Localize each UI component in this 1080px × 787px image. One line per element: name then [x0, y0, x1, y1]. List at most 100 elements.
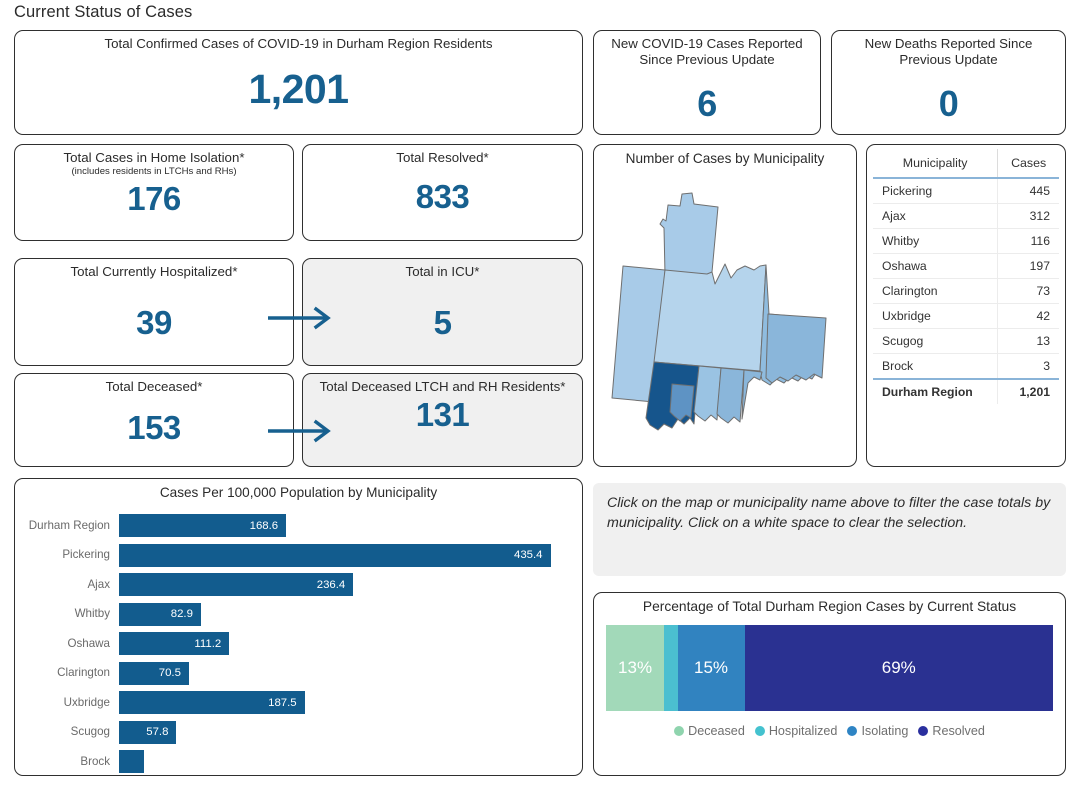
bar-fill[interactable]: 82.9: [119, 602, 201, 626]
bar-fill[interactable]: 187.5: [119, 691, 305, 714]
card-home-isolation[interactable]: Total Cases in Home Isolation* (includes…: [14, 144, 294, 241]
card-title-resolved: Total Resolved*: [396, 150, 489, 165]
bar-label: Oshawa: [67, 636, 110, 650]
table-header-municipality[interactable]: Municipality: [873, 149, 999, 178]
stack-segment-label: 13%: [618, 657, 653, 677]
bar-row[interactable]: Whitby 82.9: [15, 601, 582, 628]
bar-row[interactable]: Pickering 435.4: [15, 542, 582, 569]
bar-value: 435.4: [514, 549, 543, 561]
card-hospitalized[interactable]: Total Currently Hospitalized* 39: [14, 258, 294, 366]
card-new-cases[interactable]: New COVID-19 Cases Reported Since Previo…: [593, 30, 821, 135]
table-row[interactable]: Oshawa 197: [873, 253, 1059, 279]
table-cell-cases: 445: [997, 178, 1059, 204]
bar-row[interactable]: Clarington 70.5: [15, 660, 582, 687]
table-row[interactable]: Pickering 445: [873, 178, 1059, 204]
card-total-confirmed[interactable]: Total Confirmed Cases of COVID-19 in Dur…: [14, 30, 583, 135]
card-deceased-ltch[interactable]: Total Deceased LTCH and RH Residents* 13…: [302, 373, 583, 467]
status-percentage-chart-card[interactable]: Percentage of Total Durham Region Cases …: [593, 592, 1066, 776]
table-row[interactable]: Clarington 73: [873, 278, 1059, 304]
bar-track: 111.2: [119, 630, 582, 657]
bar-fill[interactable]: 236.4: [119, 573, 354, 596]
map-region-scugog[interactable]: [653, 263, 767, 372]
card-resolved[interactable]: Total Resolved* 833: [302, 144, 583, 241]
municipality-table[interactable]: Municipality Cases Pickering 445 Ajax 31…: [873, 149, 1059, 404]
table-cell-municipality[interactable]: Clarington: [873, 278, 999, 304]
table-cell-municipality[interactable]: Uxbridge: [873, 303, 999, 329]
table-cell-municipality[interactable]: Pickering: [873, 178, 999, 204]
bar-label: Brock: [80, 754, 110, 768]
arrow-icon-hospitalized-to-icu: [268, 306, 331, 330]
bar-label: Pickering: [62, 548, 110, 562]
table-cell-municipality[interactable]: Brock: [873, 353, 999, 379]
bar-fill[interactable]: 57.8: [119, 720, 177, 744]
legend-label: Isolating: [861, 723, 909, 738]
legend-item-isolating[interactable]: Isolating: [847, 724, 908, 738]
table-total-label: Durham Region: [873, 379, 999, 404]
bar-fill[interactable]: 70.5: [119, 661, 189, 685]
card-title-hospitalized: Total Currently Hospitalized*: [70, 264, 238, 279]
durham-region-map[interactable]: [594, 166, 856, 456]
cases-per-100k-chart-card[interactable]: Cases Per 100,000 Population by Municipa…: [14, 478, 583, 776]
bar-value: 236.4: [316, 578, 346, 591]
table-cell-cases: 116: [997, 228, 1059, 254]
bar-track: [119, 748, 582, 775]
card-deceased[interactable]: Total Deceased* 153: [14, 373, 294, 467]
stack-segment-label: 69%: [881, 657, 916, 677]
bar-fill[interactable]: 435.4: [119, 543, 551, 567]
table-cell-municipality[interactable]: Ajax: [873, 203, 999, 229]
map-region-clarington-east[interactable]: [765, 313, 827, 384]
bar-row[interactable]: Uxbridge 187.5: [15, 689, 582, 716]
bar-fill[interactable]: 168.6: [119, 514, 287, 537]
table-header-cases[interactable]: Cases: [998, 149, 1059, 178]
stack-segment-resolved[interactable]: 69%: [744, 624, 1053, 711]
map-region-oshawa[interactable]: [716, 367, 745, 424]
card-subtitle-home-isolation: (includes residents in LTCHs and RHs): [71, 166, 237, 178]
bar-row[interactable]: Ajax 236.4: [15, 571, 582, 598]
table-row[interactable]: Brock 3: [873, 353, 1059, 379]
card-icu[interactable]: Total in ICU* 5: [302, 258, 583, 366]
bar-label: Durham Region: [28, 518, 110, 532]
bar-row[interactable]: Scugog 57.8: [15, 719, 582, 746]
stack-segment-isolating[interactable]: 15%: [677, 624, 745, 711]
table-cell-municipality[interactable]: Oshawa: [873, 253, 999, 279]
bar-row[interactable]: Durham Region 168.6: [15, 512, 582, 539]
table-row[interactable]: Uxbridge 42: [873, 303, 1059, 329]
stack-segment-hospitalized[interactable]: [664, 624, 678, 711]
card-title-deceased: Total Deceased*: [105, 379, 203, 394]
table-total-row: Durham Region 1,201: [873, 379, 1059, 404]
table-row[interactable]: Whitby 116: [873, 228, 1059, 254]
page-title: Current Status of Cases: [14, 3, 193, 21]
legend-dot-icon: [847, 725, 858, 736]
map-title: Number of Cases by Municipality: [625, 151, 825, 166]
table-body: Pickering 445 Ajax 312 Whitby 116 Oshawa…: [873, 178, 1059, 404]
legend-label: Resolved: [932, 723, 985, 738]
legend-item-hospitalized[interactable]: Hospitalized: [754, 724, 837, 738]
bar-fill[interactable]: [119, 750, 145, 773]
legend-item-resolved[interactable]: Resolved: [918, 724, 985, 738]
card-value-hospitalized: 39: [136, 304, 172, 342]
bar-track: 168.6: [119, 512, 582, 539]
map-card[interactable]: Number of Cases by Municipality: [593, 144, 857, 467]
bar-label: Uxbridge: [63, 695, 110, 709]
card-new-deaths[interactable]: New Deaths Reported Since Previous Updat…: [831, 30, 1066, 135]
bar-chart: Durham Region 168.6 Pickering 435.4 Ajax: [15, 500, 582, 775]
table-row[interactable]: Scugog 13: [873, 328, 1059, 354]
legend-dot-icon: [674, 725, 685, 736]
map-region-shore[interactable]: [741, 369, 763, 420]
legend-item-deceased[interactable]: Deceased: [674, 724, 745, 738]
bar-label: Whitby: [74, 607, 110, 621]
bar-row[interactable]: Oshawa 111.2: [15, 630, 582, 657]
table-cell-municipality[interactable]: Scugog: [873, 328, 999, 354]
map-region-ajax[interactable]: [669, 383, 695, 422]
municipality-table-card[interactable]: Municipality Cases Pickering 445 Ajax 31…: [866, 144, 1066, 467]
stack-segment-deceased[interactable]: 13%: [606, 624, 665, 711]
card-value-new-deaths: 0: [938, 83, 959, 125]
bar-row[interactable]: Brock: [15, 748, 582, 775]
table-row[interactable]: Ajax 312: [873, 203, 1059, 229]
arrow-icon-deceased-to-ltch: [268, 419, 331, 443]
bar-fill[interactable]: 111.2: [119, 632, 230, 655]
table-total-value: 1,201: [1019, 385, 1051, 399]
chart-title-cases-per-100k: Cases Per 100,000 Population by Municipa…: [159, 485, 438, 500]
table-cell-municipality[interactable]: Whitby: [873, 228, 999, 254]
table-cell-cases: 312: [997, 203, 1059, 229]
